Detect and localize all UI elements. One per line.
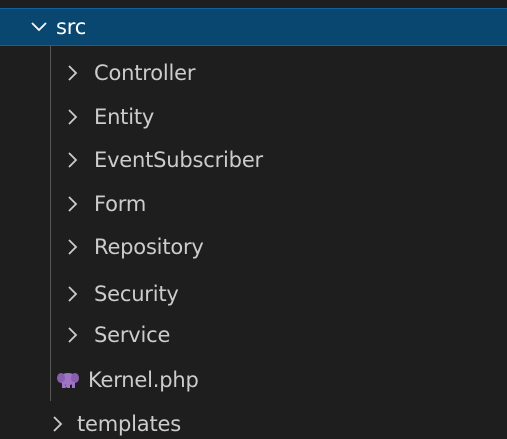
chevron-right-icon	[49, 413, 67, 435]
chevron-down-icon	[30, 16, 48, 38]
chevron-right-icon	[64, 324, 82, 346]
chevron-right-icon	[64, 193, 82, 215]
chevron-right-icon	[64, 236, 82, 258]
tree-item-eventsubscriber[interactable]: EventSubscriber	[0, 141, 507, 179]
tree-item-label: templates	[77, 411, 181, 436]
file-explorer-tree: src Controller Entity EventSubscriber Fo…	[0, 0, 507, 439]
tree-item-label: Entity	[94, 104, 155, 129]
tree-item-templates[interactable]: templates	[0, 405, 507, 439]
chevron-right-icon	[64, 283, 82, 305]
tree-item-src[interactable]: src	[0, 8, 507, 46]
chevron-right-icon	[64, 149, 82, 171]
tree-item-label: EventSubscriber	[94, 147, 263, 172]
chevron-right-icon	[64, 62, 82, 84]
tree-item-label: Form	[94, 191, 147, 216]
tree-item-label: Security	[94, 281, 179, 306]
tree-item-service[interactable]: Service	[0, 316, 507, 354]
tree-item-kernel-php[interactable]: Kernel.php	[0, 361, 507, 399]
tree-item-label: src	[56, 14, 87, 39]
php-elephant-icon	[56, 369, 80, 391]
tree-item-form[interactable]: Form	[0, 185, 507, 223]
tree-item-security[interactable]: Security	[0, 275, 507, 313]
tree-item-label: Service	[94, 322, 171, 347]
tree-item-repository[interactable]: Repository	[0, 228, 507, 266]
tree-item-label: Kernel.php	[88, 367, 199, 392]
tree-item-label: Controller	[94, 60, 196, 85]
tree-item-entity[interactable]: Entity	[0, 98, 507, 136]
tree-item-controller[interactable]: Controller	[0, 54, 507, 92]
tree-item-label: Repository	[94, 234, 204, 259]
chevron-right-icon	[64, 106, 82, 128]
